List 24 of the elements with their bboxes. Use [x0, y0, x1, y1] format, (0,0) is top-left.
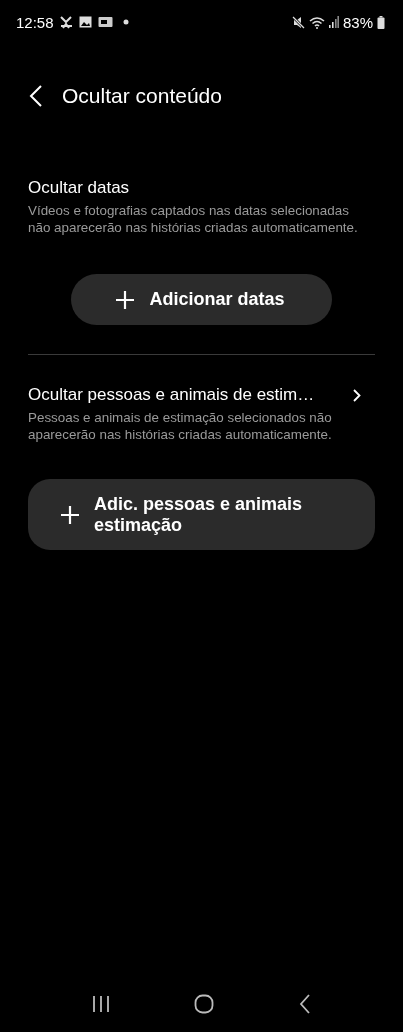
section-title[interactable]: Ocultar pessoas e animais de estim…: [28, 385, 315, 405]
back-icon: [28, 84, 44, 108]
mute-icon: [291, 15, 305, 29]
page-title: Ocultar conteúdo: [62, 84, 222, 108]
add-button[interactable]: Adicionar datas: [71, 274, 332, 325]
add-button[interactable]: Adic. pessoas e animais estimação: [28, 479, 375, 550]
dot-icon: [122, 19, 129, 25]
back-icon: [298, 994, 311, 1014]
section-description: Vídeos e fotografias captados nas datas selecionadas não aparecerão nas histórias criadas automaticamente.: [28, 202, 359, 236]
chevron-right-icon[interactable]: [353, 388, 361, 402]
plus-icon: [60, 504, 80, 525]
battery-icon: [377, 15, 385, 29]
plus-icon: [115, 289, 136, 310]
recent-apps-icon: [92, 995, 111, 1013]
section-description: Pessoas e animais de estimação selecionados não aparecerão nas histórias criadas automaticamente.: [28, 409, 333, 443]
signal-icon: [328, 16, 339, 28]
battery-percentage: 83%: [342, 13, 373, 31]
back-button[interactable]: [28, 84, 44, 108]
card-icon: [97, 16, 113, 28]
image-icon: [78, 16, 92, 28]
clock-time: 12:58: [16, 13, 54, 31]
section-title: Ocultar datas: [28, 178, 130, 198]
home-icon: [194, 994, 215, 1014]
wifi-icon: [308, 15, 325, 29]
